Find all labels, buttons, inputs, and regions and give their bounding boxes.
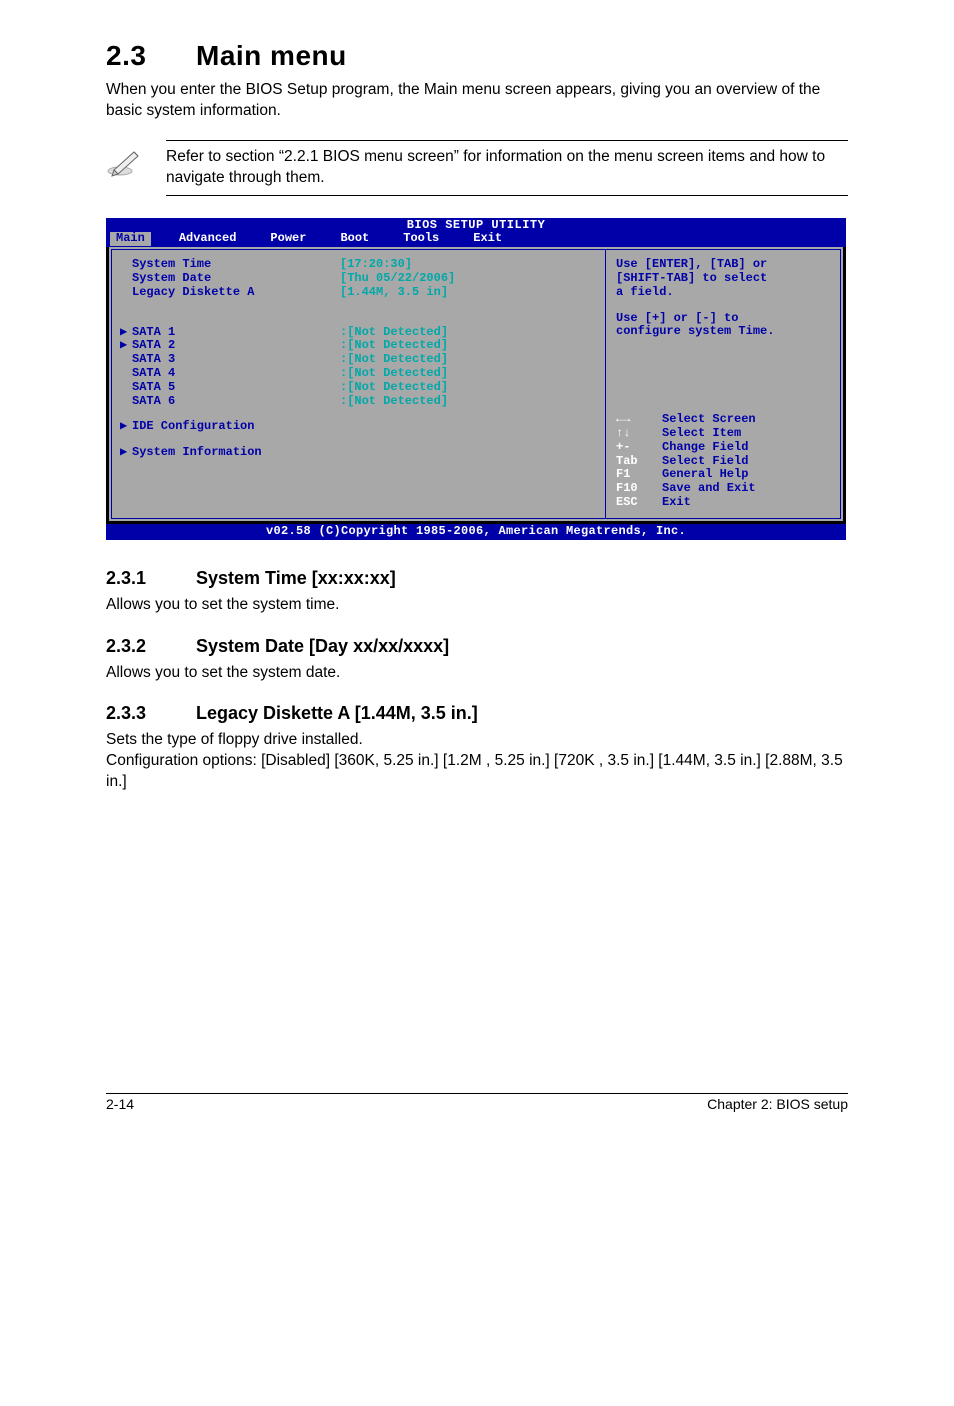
bios-menu-exit[interactable]: Exit	[473, 232, 502, 246]
bios-row-sata5[interactable]: SATA 5 :[Not Detected]	[120, 381, 599, 395]
value-system-date: [Thu 05/22/2006]	[340, 272, 455, 286]
legend-select-screen: Select Screen	[662, 413, 756, 427]
section-heading: 2.3Main menu	[106, 40, 848, 72]
triangle-icon: ▶	[120, 420, 132, 434]
subsection-body: Allows you to set the system date.	[106, 663, 848, 684]
subsection-body: Sets the type of floppy drive installed.…	[106, 730, 848, 793]
key-plus-minus: +-	[616, 441, 662, 455]
value-sata2: :[Not Detected]	[340, 339, 448, 353]
page-number: 2-14	[106, 1096, 134, 1112]
value-sata5: :[Not Detected]	[340, 381, 448, 395]
bios-row-system-date[interactable]: System Date [Thu 05/22/2006]	[120, 272, 599, 286]
value-legacy-diskette: [1.44M, 3.5 in]	[340, 286, 448, 300]
legend-select-field: Select Field	[662, 455, 748, 469]
key-tab: Tab	[616, 455, 662, 469]
legend-change-field: Change Field	[662, 441, 748, 455]
intro-paragraph: When you enter the BIOS Setup program, t…	[106, 80, 848, 122]
section-number: 2.3	[106, 40, 196, 72]
key-esc: ESC	[616, 496, 662, 510]
bios-row-system-time[interactable]: System Time [17:20:30]	[120, 258, 599, 272]
label-sata5: SATA 5	[132, 380, 175, 394]
label-sata6: SATA 6	[132, 394, 175, 408]
bios-left-pane: System Time [17:20:30] System Date [Thu …	[111, 249, 605, 519]
triangle-icon: ▶	[120, 326, 132, 340]
key-arrows-lr-icon: ←→	[616, 413, 662, 427]
page-footer: 2-14 Chapter 2: BIOS setup	[106, 1093, 848, 1112]
bios-menu-main[interactable]: Main	[110, 232, 151, 246]
subsection-heading: 2.3.2System Date [Day xx/xx/xxxx]	[106, 636, 848, 657]
label-ide-config: IDE Configuration	[132, 419, 254, 433]
value-sata3: :[Not Detected]	[340, 353, 448, 367]
help-line: [SHIFT-TAB] to select	[616, 272, 832, 286]
bios-screen: BIOS SETUP UTILITY Main Advanced Power B…	[106, 218, 846, 540]
triangle-icon: ▶	[120, 446, 132, 460]
bios-footer: v02.58 (C)Copyright 1985-2006, American …	[106, 524, 846, 540]
legend-save-exit: Save and Exit	[662, 482, 756, 496]
bios-row-sata3[interactable]: SATA 3 :[Not Detected]	[120, 353, 599, 367]
subsection-title: System Date [Day xx/xx/xxxx]	[196, 636, 449, 656]
help-line: configure system Time.	[616, 325, 832, 339]
value-sata6: :[Not Detected]	[340, 395, 448, 409]
note-text: Refer to section “2.2.1 BIOS menu screen…	[166, 140, 848, 196]
value-system-time: [17:20:30]	[340, 258, 412, 272]
section-title: Main menu	[196, 40, 347, 71]
legend-exit: Exit	[662, 496, 691, 510]
label-system-date: System Date	[132, 271, 211, 285]
bios-row-legacy-diskette[interactable]: Legacy Diskette A [1.44M, 3.5 in]	[120, 286, 599, 300]
subsection-heading: 2.3.1System Time [xx:xx:xx]	[106, 568, 848, 589]
chapter-label: Chapter 2: BIOS setup	[707, 1096, 848, 1112]
bios-menu-advanced[interactable]: Advanced	[179, 232, 237, 246]
bios-row-system-info[interactable]: ▶System Information	[120, 446, 599, 460]
bios-key-legend: ←→Select Screen ↑↓Select Item +-Change F…	[616, 413, 832, 510]
bios-title: BIOS SETUP UTILITY	[106, 218, 846, 233]
label-sata2: SATA 2	[132, 338, 175, 352]
subsection-body: Allows you to set the system time.	[106, 595, 848, 616]
subsection-title: Legacy Diskette A [1.44M, 3.5 in.]	[196, 703, 478, 723]
legend-select-item: Select Item	[662, 427, 741, 441]
triangle-icon: ▶	[120, 339, 132, 353]
bios-menu-power[interactable]: Power	[270, 232, 306, 246]
label-system-time: System Time	[132, 257, 211, 271]
subsection-title: System Time [xx:xx:xx]	[196, 568, 396, 588]
bios-row-sata2[interactable]: ▶SATA 2 :[Not Detected]	[120, 339, 599, 353]
bios-row-ide-config[interactable]: ▶IDE Configuration	[120, 420, 599, 434]
label-sata1: SATA 1	[132, 325, 175, 339]
bios-help-pane: Use [ENTER], [TAB] or [SHIFT-TAB] to sel…	[605, 249, 841, 519]
subsection-number: 2.3.2	[106, 636, 196, 657]
pencil-icon	[106, 140, 166, 178]
key-f10: F10	[616, 482, 662, 496]
subsection-number: 2.3.1	[106, 568, 196, 589]
label-system-info: System Information	[132, 445, 262, 459]
subsection-heading: 2.3.3Legacy Diskette A [1.44M, 3.5 in.]	[106, 703, 848, 724]
note-callout: Refer to section “2.2.1 BIOS menu screen…	[106, 140, 848, 196]
bios-menu-boot[interactable]: Boot	[340, 232, 369, 246]
help-line: a field.	[616, 286, 832, 300]
legend-general-help: General Help	[662, 468, 748, 482]
label-sata4: SATA 4	[132, 366, 175, 380]
key-f1: F1	[616, 468, 662, 482]
bios-help-text: Use [ENTER], [TAB] or [SHIFT-TAB] to sel…	[616, 258, 832, 339]
value-sata1: :[Not Detected]	[340, 326, 448, 340]
subsection-number: 2.3.3	[106, 703, 196, 724]
bios-menu-tools[interactable]: Tools	[403, 232, 439, 246]
help-line: Use [+] or [-] to	[616, 312, 832, 326]
bios-row-sata1[interactable]: ▶SATA 1 :[Not Detected]	[120, 326, 599, 340]
bios-menu-bar: Main Advanced Power Boot Tools Exit	[106, 232, 846, 247]
bios-row-sata6[interactable]: SATA 6 :[Not Detected]	[120, 395, 599, 409]
key-arrows-ud-icon: ↑↓	[616, 427, 662, 441]
label-sata3: SATA 3	[132, 352, 175, 366]
value-sata4: :[Not Detected]	[340, 367, 448, 381]
label-legacy-diskette: Legacy Diskette A	[132, 285, 254, 299]
help-line: Use [ENTER], [TAB] or	[616, 258, 832, 272]
bios-row-sata4[interactable]: SATA 4 :[Not Detected]	[120, 367, 599, 381]
